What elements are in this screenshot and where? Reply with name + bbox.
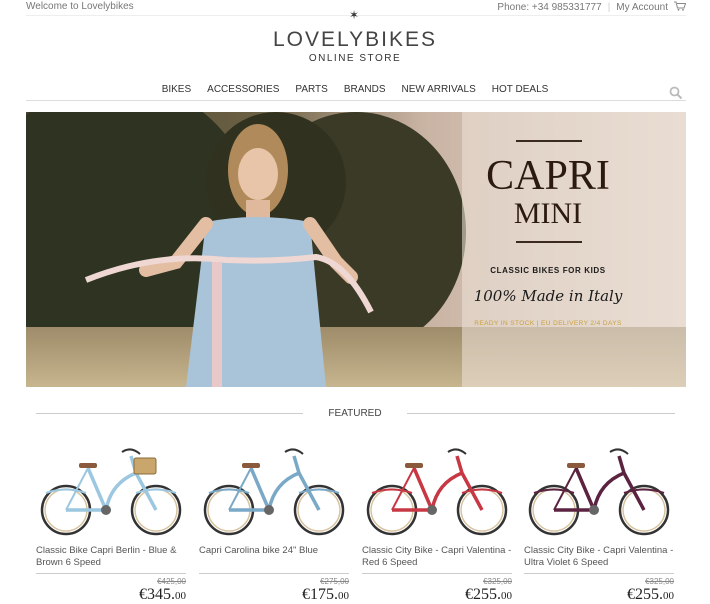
card-divider: [362, 573, 512, 574]
price-main: €345.: [139, 586, 175, 603]
site-logo[interactable]: LOVELYBIKES: [0, 28, 710, 52]
price: €175.00: [302, 586, 349, 604]
nav-item-hot-deals[interactable]: HOT DEALS: [492, 84, 549, 95]
phone-text: Phone: +34 985331777: [497, 2, 602, 13]
price-cents: 00: [338, 590, 349, 602]
handlebar: [121, 448, 141, 455]
hero-title: CAPRI: [486, 153, 610, 199]
card-divider: [524, 573, 674, 574]
handlebar: [284, 448, 304, 455]
product-image[interactable]: [36, 438, 186, 538]
crank: [427, 505, 437, 515]
price-cents: 00: [175, 590, 186, 602]
handlebar: [609, 448, 629, 455]
featured-rule-right: [407, 413, 675, 414]
nav-item-new-arrivals[interactable]: NEW ARRIVALS: [402, 84, 476, 95]
crank: [264, 505, 274, 515]
price: €255.00: [627, 586, 674, 604]
price-main: €255.: [627, 586, 663, 603]
hero-rule-bottom: [516, 241, 582, 243]
hero-script: 100% Made in Italy: [473, 287, 623, 305]
welcome-text: Welcome to Lovelybikes: [26, 1, 134, 12]
handlebar: [447, 448, 467, 455]
site-logo-subtitle: ONLINE STORE: [308, 53, 402, 64]
old-price: €325,00: [483, 577, 512, 586]
product-card[interactable]: Classic City Bike - Capri Valentina - Ul…: [524, 438, 674, 604]
product-card[interactable]: Capri Carolina bike 24" Blue €275,00 €17…: [199, 438, 349, 604]
price-main: €255.: [465, 586, 501, 603]
product-card[interactable]: Classic City Bike - Capri Valentina - Re…: [362, 438, 512, 604]
hero-subtitle: MINI: [513, 197, 583, 230]
search-icon[interactable]: [669, 86, 683, 105]
nav-item-bikes[interactable]: BIKES: [162, 84, 191, 95]
nav-item-parts[interactable]: PARTS: [295, 84, 327, 95]
main-nav: BIKES ACCESSORIES PARTS BRANDS NEW ARRIV…: [0, 84, 710, 95]
cart-icon[interactable]: [674, 1, 687, 14]
nav-item-brands[interactable]: BRANDS: [344, 84, 386, 95]
old-price: €325,00: [645, 577, 674, 586]
saddle: [567, 463, 585, 468]
product-name[interactable]: Classic Bike Capri Berlin - Blue & Brown…: [36, 545, 186, 569]
card-divider: [36, 573, 186, 574]
product-name[interactable]: Capri Carolina bike 24" Blue: [199, 545, 349, 557]
separator: |: [607, 2, 611, 13]
product-card[interactable]: Classic Bike Capri Berlin - Blue & Brown…: [36, 438, 186, 604]
price-main: €175.: [302, 586, 338, 603]
star-icon: ✶: [349, 8, 360, 22]
price-cents: 00: [501, 590, 512, 602]
old-price: €425,00: [157, 577, 186, 586]
nav-item-accessories[interactable]: ACCESSORIES: [207, 84, 279, 95]
nav-divider: [26, 100, 686, 101]
crank: [101, 505, 111, 515]
product-image[interactable]: [524, 438, 674, 538]
saddle: [405, 463, 423, 468]
price: €255.00: [465, 586, 512, 604]
crank: [589, 505, 599, 515]
old-price: €275,00: [320, 577, 349, 586]
hero-tagline: CLASSIC BIKES FOR KIDS: [490, 266, 606, 275]
top-bar-right: Phone: +34 985331777 | My Account: [497, 1, 687, 14]
price: €345.00: [139, 586, 186, 604]
card-divider: [199, 573, 349, 574]
my-account-link[interactable]: My Account: [616, 2, 668, 13]
saddle: [79, 463, 97, 468]
hero-stock-info: READY IN STOCK | EU DELIVERY 2/4 DAYS: [474, 320, 622, 327]
product-image[interactable]: [199, 438, 349, 538]
price-cents: 00: [663, 590, 674, 602]
basket: [133, 457, 157, 475]
product-image[interactable]: [362, 438, 512, 538]
product-name[interactable]: Classic City Bike - Capri Valentina - Re…: [362, 545, 512, 569]
product-name[interactable]: Classic City Bike - Capri Valentina - Ul…: [524, 545, 674, 569]
saddle: [242, 463, 260, 468]
hero-rule-top: [516, 140, 582, 142]
